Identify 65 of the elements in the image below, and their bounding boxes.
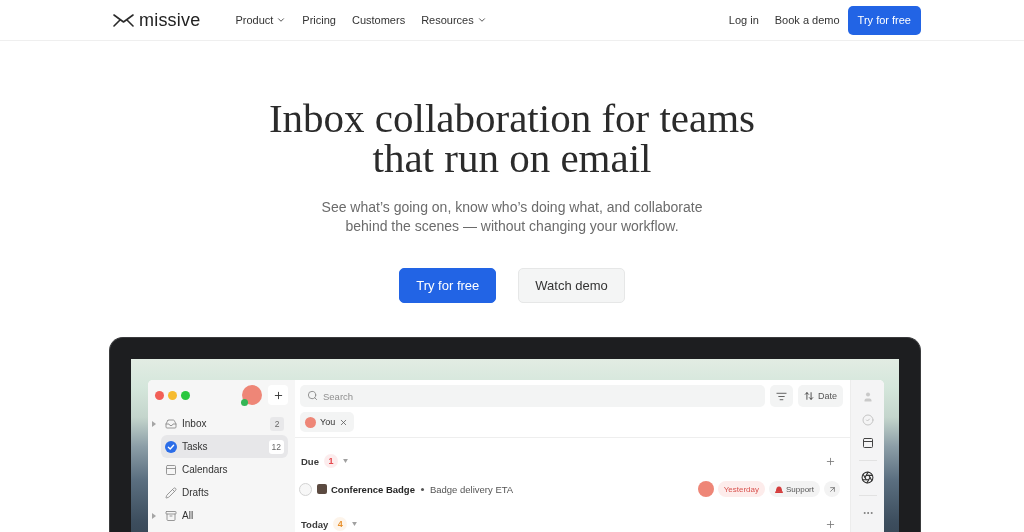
primary-button[interactable]: Try for free bbox=[847, 5, 921, 35]
open-button[interactable] bbox=[824, 481, 840, 497]
hero-title: Inbox collaboration for teams that run on email bbox=[268, 98, 756, 178]
header-link[interactable]: Book a demo bbox=[774, 14, 840, 26]
separator-dot-icon bbox=[420, 487, 424, 491]
sort-icon bbox=[804, 391, 814, 401]
inbox-icon bbox=[165, 417, 177, 430]
cap-icon bbox=[774, 485, 783, 493]
plus-icon[interactable] bbox=[825, 455, 836, 467]
user-avatar[interactable] bbox=[242, 385, 262, 405]
archive-icon bbox=[165, 509, 177, 522]
group-title: Due bbox=[301, 455, 319, 467]
logo-icon[interactable] bbox=[113, 13, 134, 27]
arrow-up-right-icon bbox=[827, 484, 837, 494]
caret-icon[interactable] bbox=[352, 522, 358, 526]
plus-icon bbox=[272, 389, 284, 401]
secondary-button[interactable]: Watch demo bbox=[518, 268, 625, 303]
tag-pill[interactable]: Support bbox=[768, 481, 820, 497]
task-checkbox[interactable] bbox=[299, 482, 312, 496]
sidebar-item[interactable]: All bbox=[161, 504, 288, 527]
count-badge: 2 bbox=[270, 416, 284, 431]
new-button[interactable] bbox=[268, 385, 288, 405]
search-field[interactable]: Search bbox=[300, 385, 765, 407]
close-window-dot-icon[interactable] bbox=[155, 390, 164, 400]
header-link[interactable]: Log in bbox=[728, 14, 759, 26]
sidebar-item[interactable]: Drafts bbox=[161, 481, 288, 504]
pencil-icon bbox=[165, 486, 177, 499]
minimize-window-dot-icon[interactable] bbox=[168, 390, 177, 400]
check-circle-icon bbox=[165, 440, 177, 453]
filter-button[interactable] bbox=[770, 385, 793, 407]
group-title: Today bbox=[301, 518, 329, 530]
expand-triangle-icon[interactable] bbox=[152, 420, 156, 427]
hero-subtitle: See what’s going on, know who’s doing what, and collaborate behind the scenes — without changing your workflow. bbox=[321, 198, 703, 236]
count-badge: 4 bbox=[333, 517, 348, 531]
task-subtitle: Badge delivery ETA bbox=[429, 483, 514, 495]
maximize-window-dot-icon[interactable] bbox=[181, 390, 190, 400]
chip-avatar bbox=[305, 416, 316, 428]
caret-icon[interactable] bbox=[342, 459, 348, 463]
window-icon[interactable] bbox=[861, 436, 874, 449]
filter-chip[interactable]: You bbox=[300, 412, 355, 432]
task-title[interactable]: Conference Badge bbox=[331, 483, 415, 495]
sidebar-item[interactable]: Inbox 2 bbox=[161, 412, 288, 435]
photo-placeholder bbox=[317, 484, 327, 494]
sort-button[interactable]: Date bbox=[798, 385, 843, 407]
nav-link[interactable]: Pricing bbox=[302, 14, 336, 26]
assignee-avatar bbox=[697, 481, 714, 497]
filter-icon bbox=[776, 390, 787, 402]
search-icon bbox=[307, 390, 318, 401]
person-icon[interactable] bbox=[861, 390, 874, 403]
count-badge: 1 bbox=[323, 454, 338, 468]
nav-link[interactable]: Resources bbox=[421, 14, 487, 26]
aperture-icon[interactable] bbox=[861, 471, 874, 484]
expand-triangle-icon[interactable] bbox=[152, 512, 156, 519]
window-icon bbox=[165, 463, 177, 476]
plus-icon[interactable] bbox=[825, 518, 836, 530]
sidebar-item[interactable]: Calendars bbox=[161, 458, 288, 481]
due-date-pill: Yesterday bbox=[717, 481, 765, 497]
count-badge: 12 bbox=[268, 439, 284, 454]
close-icon[interactable] bbox=[339, 417, 349, 427]
sidebar-item[interactable]: Tasks 12 bbox=[161, 435, 288, 458]
primary-button[interactable]: Try for free bbox=[399, 268, 497, 303]
nav-link[interactable]: Product bbox=[235, 14, 287, 26]
nav-link[interactable]: Customers bbox=[351, 14, 406, 26]
logo-wordmark[interactable]: missive bbox=[139, 9, 201, 31]
check-circle-icon[interactable] bbox=[861, 413, 874, 426]
